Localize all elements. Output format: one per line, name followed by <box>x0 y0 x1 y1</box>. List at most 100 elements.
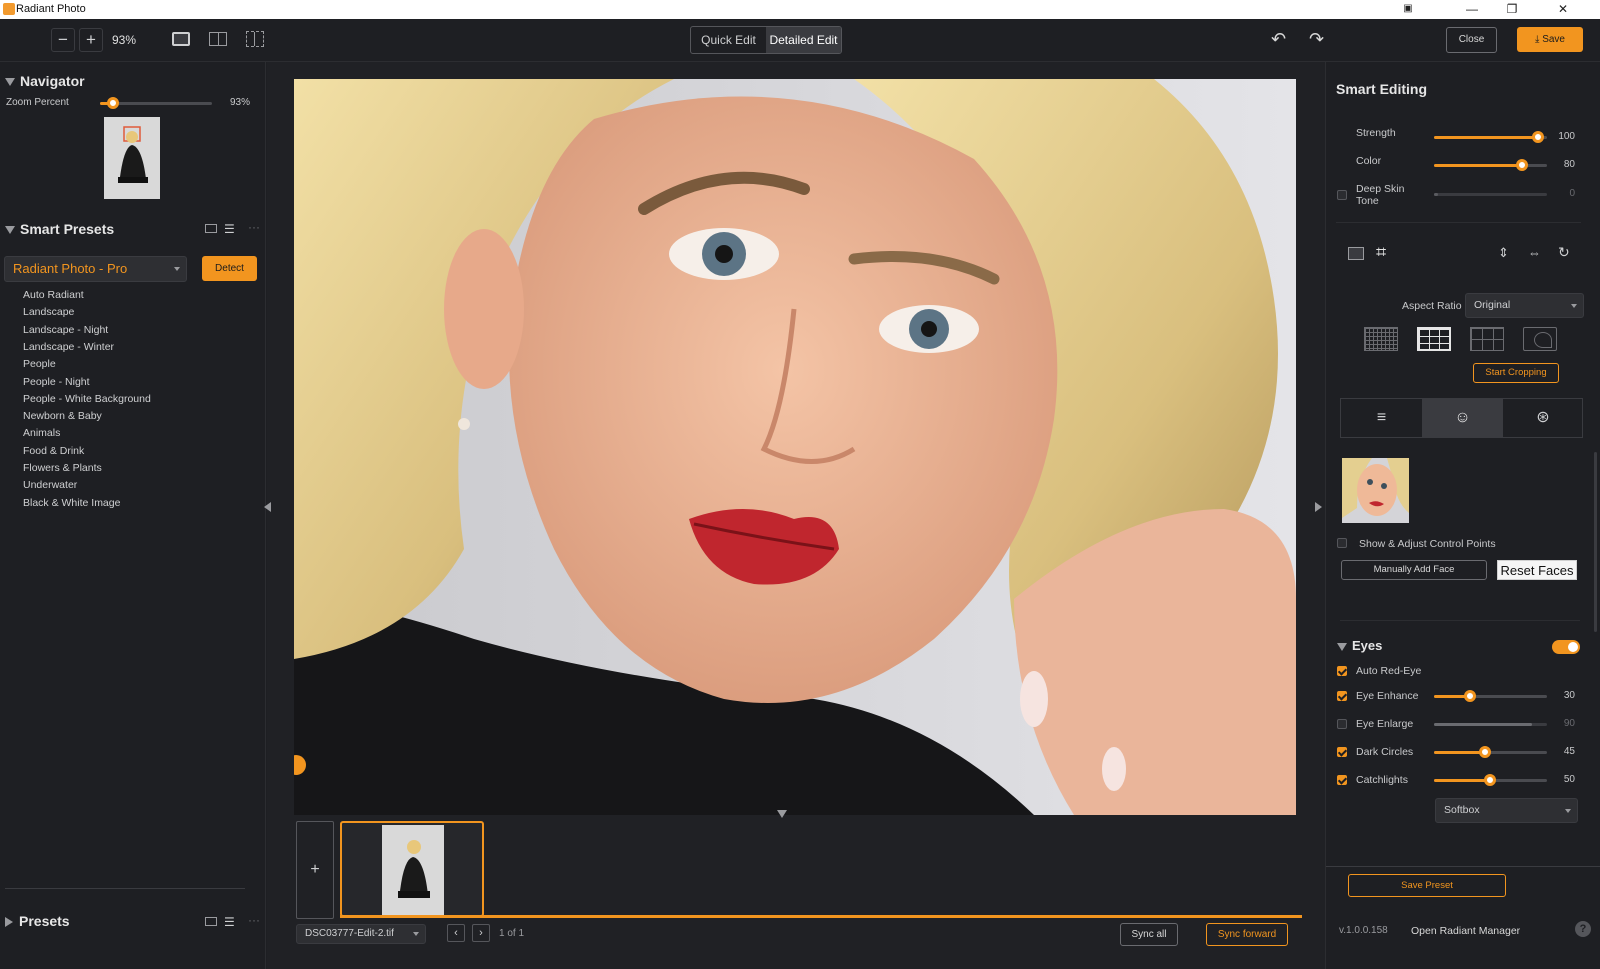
eye-enhance-slider[interactable] <box>1434 690 1547 702</box>
smart-preset-item[interactable]: People - Night <box>23 376 90 388</box>
smart-preset-item[interactable]: Food & Drink <box>23 445 84 457</box>
navigator-header[interactable]: Navigator <box>5 73 85 89</box>
collapse-left-panel-icon[interactable] <box>264 502 271 512</box>
dark-circles-checkbox[interactable] <box>1337 747 1347 757</box>
spiral-grid-icon[interactable] <box>1523 327 1557 351</box>
zoom-percent-slider[interactable] <box>100 97 212 109</box>
zoom-in-button[interactable]: + <box>79 28 103 52</box>
sync-forward-button[interactable]: Sync forward <box>1206 923 1288 946</box>
add-image-button[interactable]: + <box>296 821 334 919</box>
open-radiant-manager-link[interactable]: Open Radiant Manager <box>1411 925 1520 937</box>
flip-horizontal-icon[interactable]: ⇔ <box>1528 245 1541 260</box>
smart-preset-item[interactable]: Black & White Image <box>23 497 120 509</box>
restore-button[interactable]: ❐ <box>1492 1 1532 18</box>
crop-icon[interactable]: ⌗ <box>1376 242 1386 263</box>
smart-presets-header[interactable]: Smart Presets <box>5 221 114 237</box>
save-button[interactable]: ⤓ Save <box>1517 27 1583 52</box>
auto-red-eye-label: Auto Red-Eye <box>1356 665 1422 677</box>
quick-edit-tab[interactable]: Quick Edit <box>691 27 766 53</box>
smart-preset-item[interactable]: Flowers & Plants <box>23 462 102 474</box>
right-panel-scrollbar[interactable] <box>1594 452 1597 632</box>
eyes-toggle[interactable] <box>1552 640 1580 654</box>
collapse-filmstrip-icon[interactable] <box>777 810 787 818</box>
catchlights-slider[interactable] <box>1434 774 1547 786</box>
previous-image-button[interactable]: ‹ <box>447 924 465 942</box>
zoom-slider-knob[interactable] <box>107 97 119 109</box>
file-select[interactable]: DSC03777-Edit-2.tif <box>296 924 426 944</box>
eye-enlarge-slider[interactable] <box>1434 723 1547 726</box>
help-icon[interactable]: ? <box>1575 921 1591 937</box>
detailed-edit-tab[interactable]: Detailed Edit <box>766 27 841 53</box>
aspect-ratio-select[interactable]: Original <box>1465 293 1584 318</box>
list-view-icon[interactable]: ☰ <box>224 222 235 236</box>
before-after-view-icon[interactable] <box>246 31 264 47</box>
eye-enhance-checkbox[interactable] <box>1337 691 1347 701</box>
smart-preset-select[interactable]: Radiant Photo - Pro <box>4 256 187 282</box>
more-options-icon[interactable]: ··· <box>248 913 260 927</box>
auto-red-eye-checkbox[interactable] <box>1337 666 1347 676</box>
grid-view-icon[interactable] <box>205 224 217 233</box>
adjustments-tab-icon[interactable]: ≡ <box>1341 399 1422 437</box>
more-options-icon[interactable]: ··· <box>248 220 260 234</box>
grid-view-icon[interactable] <box>205 917 217 926</box>
close-window-button[interactable]: ✕ <box>1543 1 1583 18</box>
redo-icon[interactable]: ↷ <box>1309 29 1324 50</box>
color-slider[interactable] <box>1434 159 1547 171</box>
edit-mode-switch: Quick Edit Detailed Edit <box>690 26 842 54</box>
strength-slider-knob[interactable] <box>1532 131 1544 143</box>
main-photo[interactable] <box>294 79 1296 815</box>
next-image-button[interactable]: › <box>472 924 490 942</box>
minimize-button[interactable]: — <box>1452 1 1492 18</box>
smart-preset-item[interactable]: Animals <box>23 427 60 439</box>
deep-skin-tone-checkbox[interactable] <box>1337 190 1347 200</box>
smart-preset-item[interactable]: Auto Radiant <box>23 289 84 301</box>
manually-add-face-button[interactable]: Manually Add Face <box>1341 560 1487 580</box>
smart-preset-item[interactable]: Newborn & Baby <box>23 410 102 422</box>
dark-circles-slider[interactable] <box>1434 746 1547 758</box>
catchlights-checkbox[interactable] <box>1337 775 1347 785</box>
smart-preset-item[interactable]: Underwater <box>23 479 77 491</box>
divider <box>5 888 245 889</box>
undo-icon[interactable]: ↶ <box>1271 29 1286 50</box>
reset-faces-button[interactable]: Reset Faces <box>1497 560 1577 580</box>
zoom-out-button[interactable]: − <box>51 28 75 52</box>
smart-preset-item[interactable]: People - White Background <box>23 393 151 405</box>
golden-grid-icon[interactable] <box>1470 327 1504 351</box>
color-tab-icon[interactable]: ⊛ <box>1503 399 1583 437</box>
fine-grid-icon[interactable] <box>1364 327 1398 351</box>
smart-preset-item[interactable]: Landscape - Winter <box>23 341 114 353</box>
collapse-right-panel-icon[interactable] <box>1315 502 1322 512</box>
strength-slider[interactable] <box>1434 131 1547 143</box>
thirds-grid-icon[interactable] <box>1417 327 1451 351</box>
detected-face-thumbnail[interactable] <box>1342 458 1409 523</box>
eye-enhance-knob[interactable] <box>1464 690 1476 702</box>
smart-preset-item[interactable]: People <box>23 358 56 370</box>
show-control-points-checkbox[interactable] <box>1337 538 1347 548</box>
start-cropping-button[interactable]: Start Cropping <box>1473 363 1559 383</box>
split-view-icon[interactable] <box>209 32 227 46</box>
sync-all-button[interactable]: Sync all <box>1120 923 1178 946</box>
eye-enlarge-checkbox[interactable] <box>1337 719 1347 729</box>
dark-circles-knob[interactable] <box>1479 746 1491 758</box>
save-preset-button[interactable]: Save Preset <box>1348 874 1506 897</box>
rotate-icon[interactable]: ↻ <box>1558 244 1570 261</box>
smart-preset-item[interactable]: Landscape - Night <box>23 324 108 336</box>
deep-skin-tone-slider[interactable] <box>1434 193 1547 196</box>
eyes-header[interactable]: Eyes <box>1337 638 1382 653</box>
image-icon[interactable] <box>1348 247 1364 260</box>
detect-button[interactable]: Detect <box>202 256 257 281</box>
navigator-thumbnail[interactable] <box>104 117 160 199</box>
smart-preset-item[interactable]: Landscape <box>23 306 74 318</box>
catchlights-knob[interactable] <box>1484 774 1496 786</box>
list-view-icon[interactable]: ☰ <box>224 915 235 929</box>
single-view-icon[interactable] <box>172 32 190 46</box>
flip-vertical-icon[interactable]: ⇕ <box>1498 245 1509 261</box>
color-slider-knob[interactable] <box>1516 159 1528 171</box>
presets-header[interactable]: Presets <box>5 913 70 929</box>
catchlights-fill <box>1434 779 1490 782</box>
catchlight-style-select[interactable]: Softbox <box>1435 798 1578 823</box>
face-tab-icon[interactable]: ☺ <box>1422 399 1503 437</box>
close-button[interactable]: Close <box>1446 27 1497 53</box>
snap-icon[interactable]: ▣ <box>1388 1 1428 18</box>
filmstrip-thumbnail[interactable] <box>340 821 484 917</box>
